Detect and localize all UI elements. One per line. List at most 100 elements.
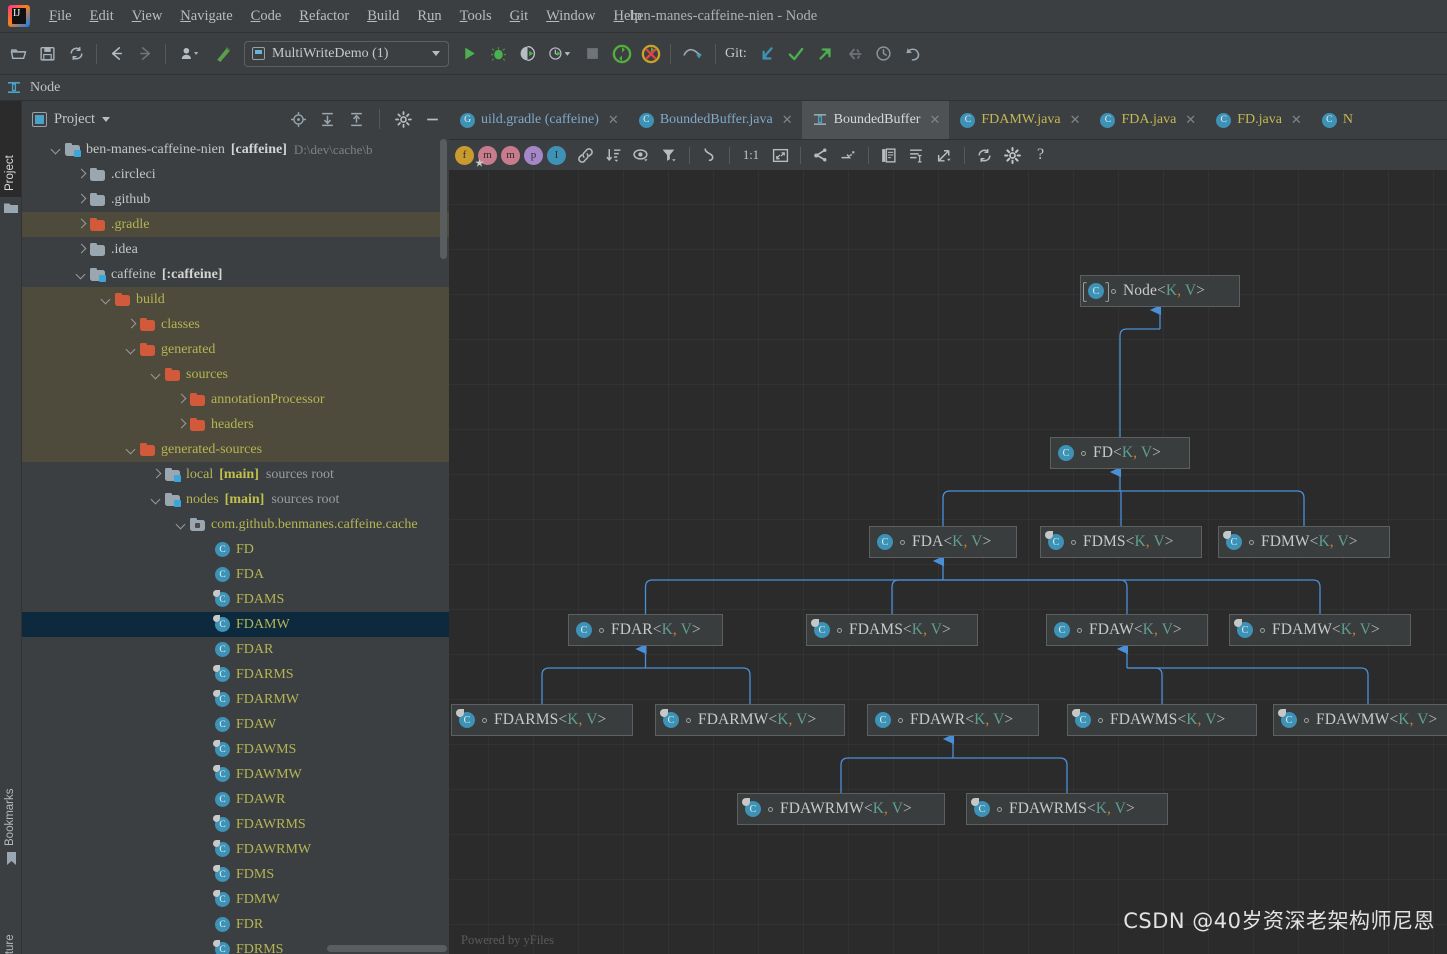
tree-row[interactable]: C FDMS [22, 862, 449, 887]
tree-row[interactable]: .github [22, 187, 449, 212]
export-icon[interactable] [931, 143, 958, 168]
uml-node-fdarmw[interactable]: C FDARMW<K, V> [655, 704, 845, 736]
editor-tab[interactable]: C FDAMW.java ✕ [949, 101, 1089, 139]
menu-item-run[interactable]: Run [408, 5, 450, 28]
tree-row[interactable]: C FDAWMW [22, 762, 449, 787]
actual-size-icon[interactable]: 1:1 [736, 143, 766, 168]
chevron-right-icon[interactable] [75, 168, 88, 181]
git-history-icon[interactable] [869, 39, 898, 68]
chevron-right-icon[interactable] [75, 243, 88, 256]
close-icon[interactable]: ✕ [608, 112, 619, 128]
refresh-icon[interactable] [971, 143, 998, 168]
uml-node-fdawrmw[interactable]: C FDAWRMW<K, V> [737, 793, 945, 825]
project-tree-horizontal-scrollbar[interactable] [327, 945, 447, 952]
uml-node-fdmw[interactable]: C FDMW<K, V> [1218, 526, 1390, 558]
hide-panel-icon[interactable] [421, 108, 443, 130]
help-icon[interactable]: ? [1027, 143, 1054, 168]
chevron-right-icon[interactable] [175, 393, 188, 406]
uml-node-fd[interactable]: C FD<K, V> [1050, 437, 1190, 469]
tree-row[interactable]: ben-manes-caffeine-nien [caffeine] D:\dev\… [22, 137, 449, 162]
back-icon[interactable] [102, 39, 131, 68]
stop-icon[interactable] [578, 39, 607, 68]
uml-node-fdams[interactable]: C FDAMS<K, V> [806, 614, 978, 646]
uml-node-fdamw[interactable]: C FDAMW<K, V> [1229, 614, 1411, 646]
chevron-right-icon[interactable] [175, 418, 188, 431]
uml-node-fdms[interactable]: C FDMS<K, V> [1040, 526, 1202, 558]
run-configuration-selector[interactable]: MultiWriteDemo (1) [244, 40, 449, 67]
tree-row[interactable]: build [22, 287, 449, 312]
run-icon[interactable] [455, 39, 484, 68]
search-everywhere-icon[interactable] [676, 39, 710, 68]
jump-to-icon[interactable] [835, 143, 862, 168]
settings-gear-icon[interactable] [999, 143, 1026, 168]
menu-item-refactor[interactable]: Refactor [290, 5, 358, 28]
constructors-filter-icon[interactable]: m [475, 145, 497, 167]
inner-classes-filter-icon[interactable]: I [547, 145, 566, 165]
sort-icon[interactable] [600, 143, 627, 168]
menu-item-git[interactable]: Git [501, 5, 538, 28]
menu-item-tools[interactable]: Tools [451, 5, 501, 28]
tree-row[interactable]: C FDAMW [22, 612, 449, 637]
rail-tab-structure[interactable]: Structure [0, 891, 21, 954]
chevron-down-icon[interactable] [50, 143, 63, 156]
git-pull-icon[interactable] [753, 39, 782, 68]
chevron-down-icon[interactable] [175, 518, 188, 531]
run-coverage-icon[interactable] [513, 39, 542, 68]
close-icon[interactable]: ✕ [1070, 112, 1081, 128]
chevron-down-icon[interactable] [75, 268, 88, 281]
tree-row[interactable]: C FDAWR [22, 787, 449, 812]
uml-diagram-canvas[interactable]: C Node<K, V> C FD<K, V> C FDA<K, V> C FDMS<K, V… [449, 170, 1447, 954]
methods-filter-icon[interactable]: m [501, 145, 520, 165]
tree-row[interactable]: C FDAW [22, 712, 449, 737]
visibility-icon[interactable] [628, 143, 655, 168]
tree-row[interactable]: .idea [22, 237, 449, 262]
chevron-right-icon[interactable] [75, 193, 88, 206]
uml-node-fdawms[interactable]: C FDAWMS<K, V> [1067, 704, 1257, 736]
profile-icon[interactable] [171, 39, 209, 68]
chevron-down-icon[interactable] [125, 443, 138, 456]
tree-row[interactable]: classes [22, 312, 449, 337]
copy-icon[interactable] [875, 143, 902, 168]
project-tree-vertical-scrollbar[interactable] [440, 139, 447, 259]
settings-gear-icon[interactable] [392, 108, 414, 130]
project-tree[interactable]: ben-manes-caffeine-nien [caffeine] D:\dev\… [22, 137, 449, 954]
menu-item-edit[interactable]: Edit [81, 5, 123, 28]
menu-item-window[interactable]: Window [537, 5, 604, 28]
close-icon[interactable]: ✕ [1185, 112, 1196, 128]
expand-all-icon[interactable] [316, 108, 338, 130]
git-commit-icon[interactable] [782, 39, 811, 68]
chevron-right-icon[interactable] [150, 468, 163, 481]
tree-row[interactable]: C FDAWMS [22, 737, 449, 762]
breadcrumb[interactable]: Node [30, 80, 60, 96]
tree-row[interactable]: C FDAWRMS [22, 812, 449, 837]
fields-filter-icon[interactable]: f [455, 145, 474, 165]
menu-item-code[interactable]: Code [242, 5, 291, 28]
tree-row[interactable]: annotationProcessor [22, 387, 449, 412]
close-icon[interactable]: ✕ [782, 112, 793, 128]
git-merge-icon[interactable] [840, 39, 869, 68]
git-push-icon[interactable] [811, 39, 840, 68]
close-icon[interactable]: ✕ [1291, 112, 1302, 128]
editor-tab[interactable]: CN [1311, 101, 1362, 139]
rollback-icon[interactable] [636, 39, 665, 68]
uml-node-fda[interactable]: C FDA<K, V> [869, 526, 1017, 558]
tree-row[interactable]: C FDARMS [22, 662, 449, 687]
editor-tab[interactable]: C BoundedBuffer.java ✕ [628, 101, 802, 139]
tree-row[interactable]: local [main] sources root [22, 462, 449, 487]
tree-row[interactable]: C FDMW [22, 887, 449, 912]
close-icon[interactable]: ✕ [929, 112, 940, 128]
hierarchy-icon[interactable] [807, 143, 834, 168]
chevron-down-icon[interactable] [102, 116, 111, 122]
editor-tab[interactable]: Guild.gradle (caffeine) ✕ [449, 101, 628, 139]
editor-tab[interactable]: BoundedBuffer ✕ [801, 101, 950, 139]
editor-tab[interactable]: C FDA.java ✕ [1089, 101, 1205, 139]
menu-item-help[interactable]: Help [605, 5, 651, 28]
chevron-right-icon[interactable] [125, 318, 138, 331]
tree-row[interactable]: C FDAMS [22, 587, 449, 612]
uml-node-fdawr[interactable]: C FDAWR<K, V> [867, 704, 1039, 736]
link-icon[interactable] [572, 143, 599, 168]
menu-item-file[interactable]: File [40, 5, 81, 28]
chevron-down-icon[interactable] [150, 493, 163, 506]
menu-item-view[interactable]: View [123, 5, 172, 28]
collapse-all-icon[interactable] [345, 108, 367, 130]
